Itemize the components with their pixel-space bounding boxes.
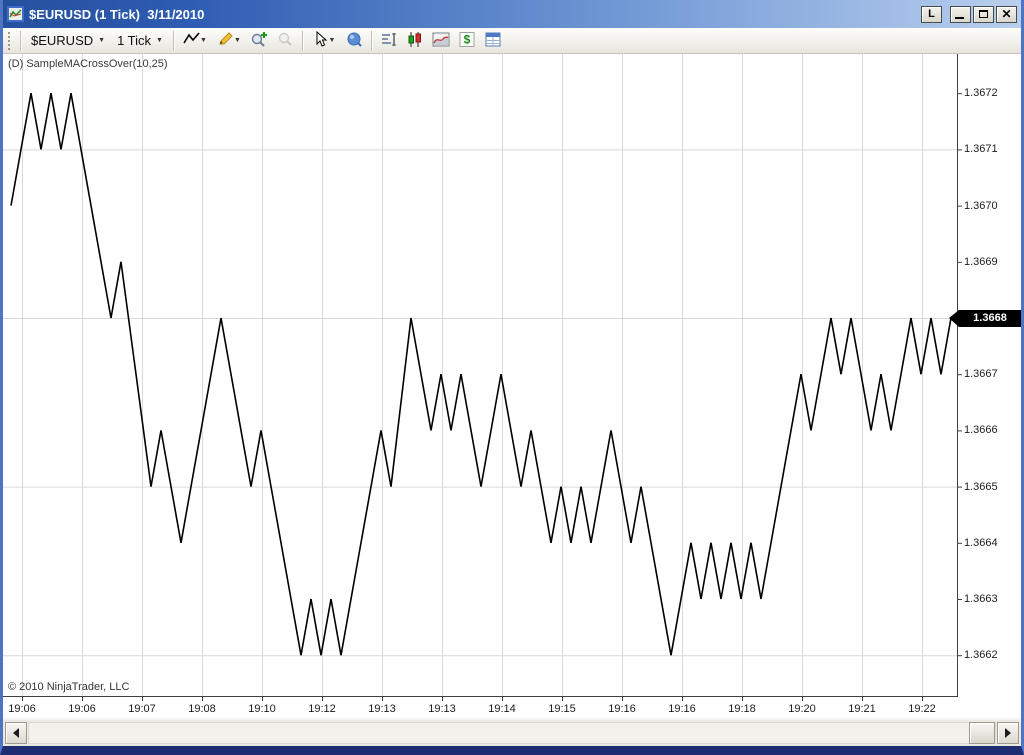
x-tick-label: 19:16 [668, 703, 696, 715]
x-tick-label: 19:08 [188, 703, 216, 715]
separator [20, 30, 21, 51]
x-tick-label: 19:06 [68, 703, 96, 715]
y-tick-label: 1.3672 [964, 87, 998, 100]
y-tick-label: 1.3665 [964, 480, 998, 493]
scroll-right-button[interactable] [997, 722, 1019, 744]
pencil-icon [217, 31, 234, 50]
price-marker-arrow-icon [949, 309, 959, 327]
indicator-label: (D) SampleMACrossOver(10,25) [8, 58, 168, 70]
svg-text:$: $ [464, 32, 471, 46]
window-title: $EURUSD (1 Tick) 3/11/2010 [29, 6, 205, 22]
interval-selector[interactable]: 1 Tick ▼ [111, 31, 169, 50]
x-tick-label: 19:13 [368, 703, 396, 715]
chevron-down-icon: ▼ [234, 37, 241, 44]
scrollbar-track[interactable] [28, 722, 996, 744]
maximize-button[interactable] [973, 5, 994, 23]
properties-button[interactable] [481, 30, 505, 52]
chart-app-icon [7, 6, 24, 22]
horizontal-scrollbar [3, 718, 1021, 746]
line-chart-icon [183, 31, 200, 50]
close-button[interactable]: ✕ [996, 5, 1017, 23]
chart-panel-button[interactable] [429, 30, 453, 52]
separator [370, 30, 372, 51]
drawing-tools-button[interactable]: ▼ [213, 30, 245, 52]
chart-area[interactable]: (D) SampleMACrossOver(10,25) © 2010 Ninj… [3, 54, 1021, 702]
scroll-left-button[interactable] [5, 722, 27, 744]
x-tick-label: 19:22 [908, 703, 936, 715]
chevron-down-icon: ▼ [98, 37, 106, 44]
y-tick-label: 1.3666 [964, 424, 998, 437]
zoom-out-icon [276, 31, 294, 51]
y-tick-label: 1.3664 [964, 536, 998, 549]
separator [301, 30, 303, 51]
link-button[interactable]: L [921, 5, 942, 23]
zoom-in-icon [250, 31, 268, 51]
title-bar[interactable]: $EURUSD (1 Tick) 3/11/2010 L ✕ [3, 0, 1021, 28]
current-price-marker: 1.3668 [949, 309, 1021, 327]
dollar-button[interactable]: $ [455, 30, 479, 52]
chevron-down-icon: ▼ [200, 37, 207, 44]
current-price-value: 1.3668 [973, 311, 1007, 324]
x-tick-label: 19:20 [788, 703, 816, 715]
minimize-icon [955, 16, 964, 19]
arrow-right-icon [1005, 728, 1011, 738]
cursor-arrow-icon [313, 30, 329, 50]
chart-panel-icon [432, 31, 450, 51]
x-tick-label: 19:13 [428, 703, 456, 715]
x-tick-label: 19:12 [308, 703, 336, 715]
x-tick-label: 19:14 [488, 703, 516, 715]
pointer-button[interactable]: ▼ [308, 30, 340, 52]
data-box-icon [345, 31, 363, 51]
x-tick-label: 19:10 [248, 703, 276, 715]
properties-grid-icon [484, 31, 502, 51]
separator [172, 30, 174, 51]
y-tick-label: 1.3671 [964, 143, 998, 156]
candlestick-chart-button[interactable] [403, 30, 427, 52]
minimize-button[interactable] [950, 5, 971, 23]
scrollbar-thumb[interactable] [969, 722, 995, 744]
x-tick-label: 19:06 [8, 703, 36, 715]
x-tick-label: 19:07 [128, 703, 156, 715]
x-tick-label: 19:16 [608, 703, 636, 715]
bar-spacing-icon [380, 31, 398, 51]
chevron-down-icon: ▼ [328, 37, 336, 44]
instrument-label: $EURUSD [31, 33, 94, 48]
maximize-icon [979, 10, 988, 18]
toolbar-grip[interactable] [8, 31, 12, 50]
y-tick-label: 1.3662 [964, 649, 998, 662]
bar-spacing-button[interactable] [377, 30, 401, 52]
interval-label: 1 Tick [117, 33, 152, 48]
x-tick-label: 19:18 [728, 703, 756, 715]
dollar-icon: $ [458, 31, 476, 51]
price-plot [3, 54, 962, 701]
data-box-button[interactable] [342, 30, 366, 52]
x-tick-label: 19:21 [848, 703, 876, 715]
chart-style-button[interactable]: ▼ [179, 30, 211, 52]
y-tick-label: 1.3670 [964, 199, 998, 212]
time-axis[interactable]: 19:06 19:06 19:07 19:08 19:10 19:12 19:13 19:13… [3, 702, 1021, 718]
y-tick-label: 1.3667 [964, 368, 998, 381]
instrument-selector[interactable]: $EURUSD ▼ [25, 31, 111, 50]
y-tick-label: 1.3663 [964, 593, 998, 605]
arrow-left-icon [13, 728, 19, 738]
copyright-text: © 2010 NinjaTrader, LLC [8, 681, 130, 693]
chevron-down-icon: ▼ [156, 37, 163, 44]
y-tick-label: 1.3669 [964, 255, 998, 268]
candlestick-icon [406, 31, 424, 51]
close-icon: ✕ [1001, 7, 1012, 21]
toolbar: $EURUSD ▼ 1 Tick ▼ ▼ ▼ ▼ $ [3, 28, 1021, 54]
zoom-out-button[interactable] [273, 30, 297, 52]
zoom-in-button[interactable] [247, 30, 271, 52]
x-tick-label: 19:15 [548, 703, 576, 715]
chart-window: $EURUSD (1 Tick) 3/11/2010 L ✕ $EURUSD ▼… [0, 0, 1024, 755]
price-line [10, 93, 952, 656]
